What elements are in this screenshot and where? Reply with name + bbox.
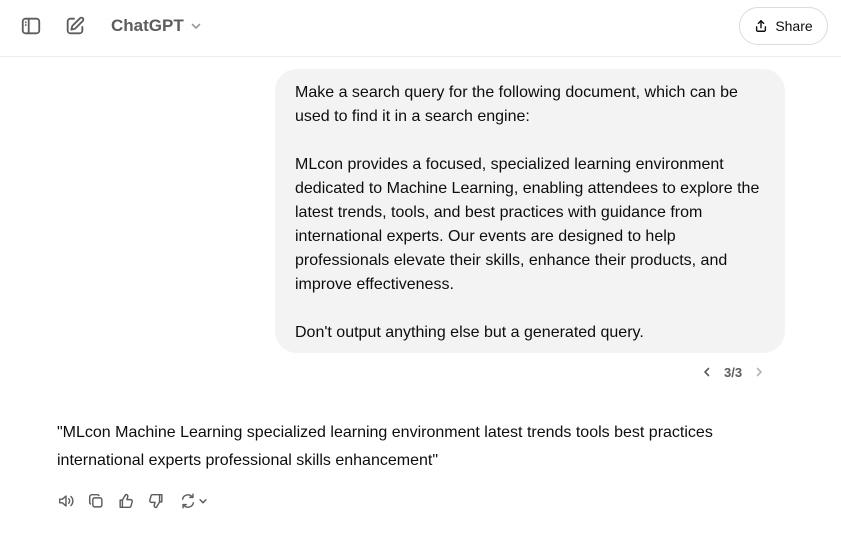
regenerate-button[interactable] [176, 489, 210, 513]
thumbs-down-icon [149, 493, 163, 509]
share-icon [756, 20, 767, 32]
bad-response-button[interactable] [146, 489, 166, 513]
top-bar: ChatGPT Share [0, 0, 841, 57]
new-chat-button[interactable] [57, 8, 93, 44]
good-response-button[interactable] [116, 489, 136, 513]
previous-version-button[interactable] [698, 361, 716, 383]
user-message-paragraph: MLcon provides a focused, specialized le… [295, 156, 760, 293]
message-version-pager: 3/3 [698, 361, 768, 383]
speaker-icon [58, 495, 74, 507]
share-label: Share [775, 18, 813, 34]
message-actions [56, 489, 210, 513]
model-picker[interactable]: ChatGPT [104, 10, 209, 42]
version-count: 3/3 [724, 364, 743, 380]
copy-button[interactable] [86, 489, 106, 513]
read-aloud-button[interactable] [56, 489, 76, 513]
share-button[interactable]: Share [739, 7, 828, 45]
thumbs-up-icon [119, 493, 133, 509]
user-message-paragraph: Don't output anything else but a generat… [295, 324, 644, 341]
sidebar-toggle-icon [21, 17, 41, 35]
chevron-left-icon [704, 367, 710, 377]
assistant-message: "MLcon Machine Learning specialized lear… [57, 424, 713, 469]
next-version-button[interactable] [750, 361, 768, 383]
regenerate-icon [181, 493, 194, 509]
chevron-right-icon [756, 367, 762, 377]
copy-icon [88, 493, 103, 508]
chevron-down-icon [191, 23, 201, 29]
sidebar-toggle-button[interactable] [13, 8, 49, 44]
model-name: ChatGPT [111, 16, 184, 35]
chevron-down-icon [198, 499, 207, 504]
user-message-paragraph: Make a search query for the following do… [295, 84, 738, 125]
new-chat-icon [66, 16, 85, 35]
user-message: Make a search query for the following do… [275, 69, 785, 353]
